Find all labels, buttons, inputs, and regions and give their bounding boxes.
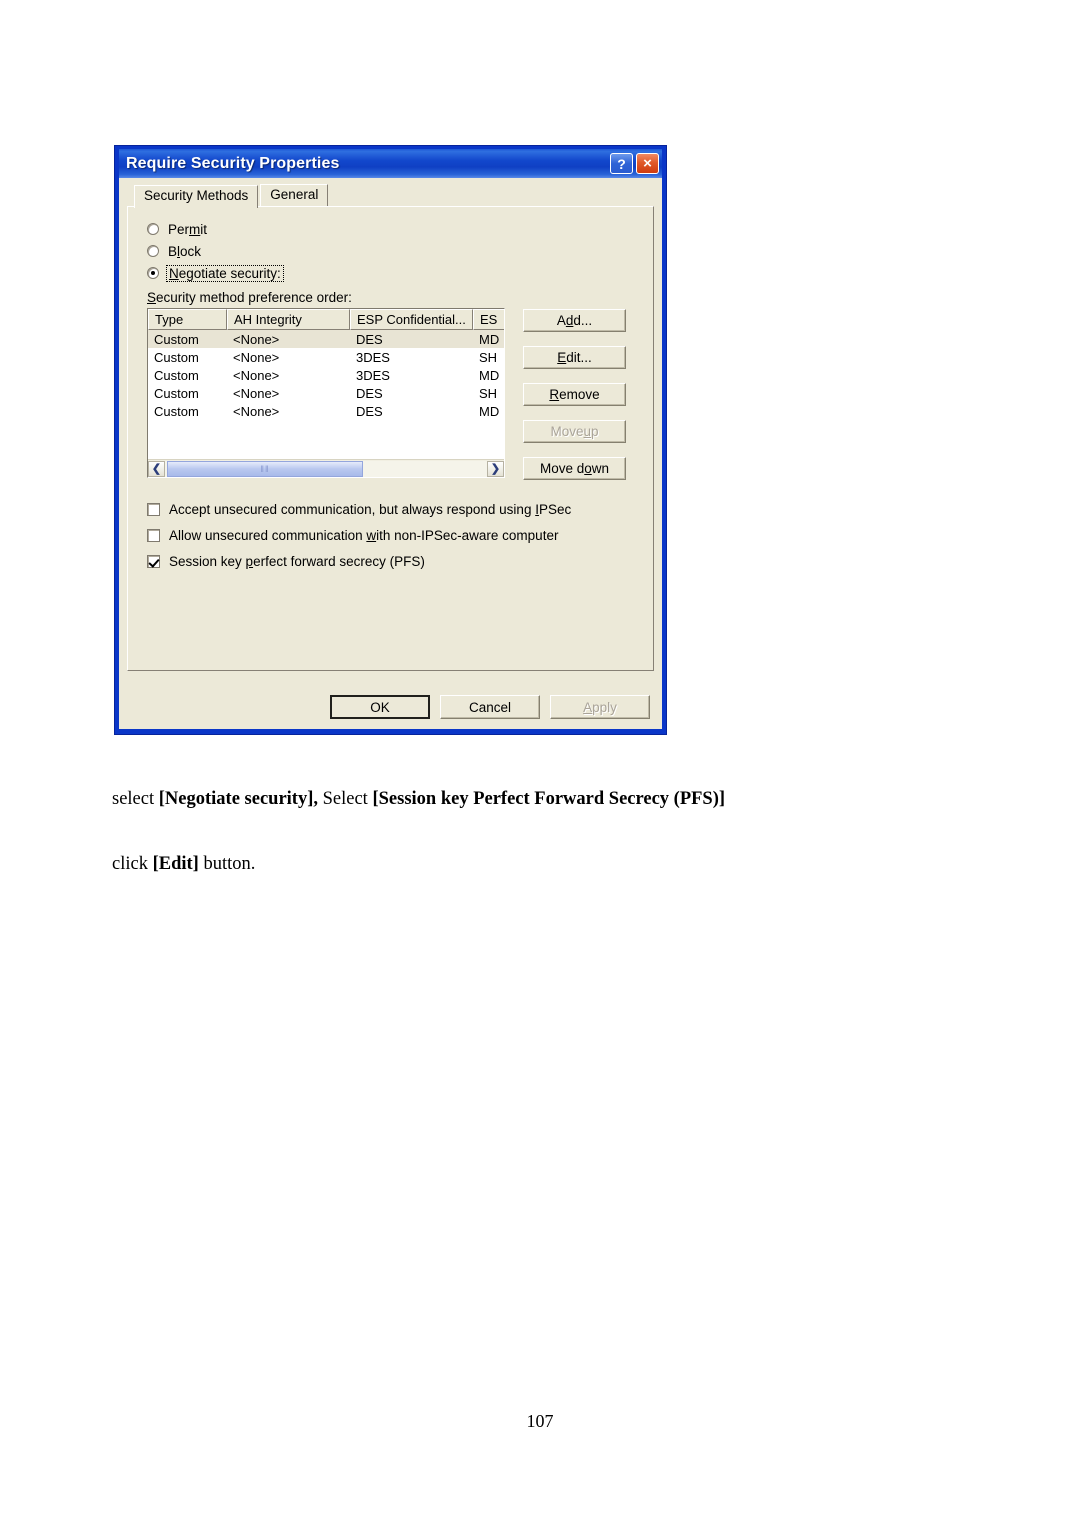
instruction-1-part-b: [Negotiate security], bbox=[158, 789, 318, 809]
page-number: 107 bbox=[526, 1411, 554, 1431]
checkbox-allow-unsecured-marker bbox=[147, 528, 160, 542]
cell-type: Custom bbox=[154, 367, 199, 383]
radio-permit[interactable]: Permit bbox=[147, 218, 641, 240]
add-button[interactable]: Ad d... bbox=[523, 309, 626, 332]
checkbox-session-key-pfs-marker bbox=[147, 554, 160, 568]
instruction-line-2: click [Edit] button. bbox=[112, 854, 255, 875]
radio-permit-label: Permit bbox=[168, 221, 208, 237]
radio-block[interactable]: Block bbox=[147, 240, 641, 262]
cell-esp-confidentiality: 3DES bbox=[356, 349, 390, 365]
tab-security-methods[interactable]: Security Methods bbox=[134, 185, 259, 208]
checkbox-session-key-pfs[interactable]: Session key perfect forward secrecy (PFS… bbox=[147, 548, 641, 574]
column-header-esp-confidentiality[interactable]: ESP Confidential... bbox=[350, 309, 473, 330]
cell-esp-integrity: SH bbox=[479, 349, 498, 365]
listview-header: Type AH Integrity ESP Confidential... ES bbox=[148, 309, 504, 330]
remove-button[interactable]: Remove bbox=[523, 383, 626, 406]
scroll-left-arrow-icon[interactable]: ❮ bbox=[148, 460, 165, 477]
window-inner-frame: Require Security Properties ? × Security… bbox=[118, 148, 663, 730]
checkbox-allow-unsecured-label: Allow unsecured communication with non-I… bbox=[169, 527, 559, 543]
cell-esp-confidentiality: DES bbox=[356, 385, 383, 401]
scrollbar-thumb[interactable]: ‖‖ bbox=[167, 460, 363, 477]
cell-type: Custom bbox=[154, 331, 199, 347]
radio-block-marker bbox=[147, 245, 159, 257]
list-and-buttons-row: Type AH Integrity ESP Confidential... ES… bbox=[147, 308, 641, 480]
cell-esp-integrity: MD bbox=[479, 367, 500, 383]
cell-ah-integrity: <None> bbox=[233, 367, 280, 383]
security-method-order-label: Security method preference order: bbox=[147, 290, 352, 305]
security-options-checkbox-group: Accept unsecured communication, but alwa… bbox=[147, 496, 641, 574]
close-icon[interactable]: × bbox=[636, 153, 659, 174]
radio-negotiate-security[interactable]: Negotiate security: bbox=[147, 262, 641, 284]
checkbox-accept-unsecured-marker bbox=[147, 502, 160, 516]
cell-esp-confidentiality: 3DES bbox=[356, 367, 390, 383]
instruction-2-part-b: [Edit] bbox=[152, 854, 199, 874]
checkbox-allow-unsecured[interactable]: Allow unsecured communication with non-I… bbox=[147, 522, 641, 548]
window-title: Require Security Properties bbox=[126, 154, 340, 172]
cell-ah-integrity: <None> bbox=[233, 349, 280, 365]
scroll-right-arrow-icon[interactable]: ❯ bbox=[487, 460, 504, 477]
instruction-1-part-d: [Session key Perfect Forward Secrecy (PF… bbox=[372, 789, 726, 809]
dialog-footer: OK Cancel Apply bbox=[119, 692, 662, 722]
list-action-buttons: Ad d... Edit... Remove Move up Move d o wn bbox=[523, 308, 626, 480]
column-header-esp-integrity[interactable]: ES bbox=[473, 309, 504, 330]
tab-panel-security-methods: Permit Block Negotiate security: Securit… bbox=[127, 206, 654, 671]
cell-esp-confidentiality: DES bbox=[356, 331, 383, 347]
cell-type: Custom bbox=[154, 349, 199, 365]
horizontal-scrollbar[interactable]: ❮ ‖‖ ❯ bbox=[148, 459, 504, 477]
cell-ah-integrity: <None> bbox=[233, 403, 280, 419]
cell-esp-integrity: MD bbox=[479, 403, 500, 419]
instruction-1-part-a: select bbox=[112, 789, 159, 809]
require-security-properties-dialog: Require Security Properties ? × Security… bbox=[114, 145, 667, 735]
security-action-radio-group: Permit Block Negotiate security: bbox=[140, 218, 641, 284]
tab-general[interactable]: General bbox=[260, 184, 329, 206]
instruction-2-part-a: click bbox=[112, 854, 153, 874]
radio-permit-marker bbox=[147, 223, 159, 235]
dialog-client-area: Security Methods General Permit Block Ne… bbox=[119, 178, 662, 729]
ok-button[interactable]: OK bbox=[330, 695, 430, 719]
column-header-ah-integrity[interactable]: AH Integrity bbox=[227, 309, 350, 330]
move-up-button: Move up bbox=[523, 420, 626, 443]
titlebar-button-group: ? × bbox=[610, 153, 659, 174]
checkbox-accept-unsecured-label: Accept unsecured communication, but alwa… bbox=[169, 501, 572, 517]
cell-esp-confidentiality: DES bbox=[356, 403, 383, 419]
table-row[interactable]: Custom <None> DES SH bbox=[148, 384, 504, 402]
column-header-type[interactable]: Type bbox=[148, 309, 227, 330]
edit-button[interactable]: Edit... bbox=[523, 346, 626, 369]
table-row[interactable]: Custom <None> DES MD bbox=[148, 330, 504, 348]
cell-esp-integrity: SH bbox=[479, 385, 498, 401]
cell-type: Custom bbox=[154, 403, 199, 419]
security-methods-listview[interactable]: Type AH Integrity ESP Confidential... ES… bbox=[147, 308, 505, 478]
instruction-line-1: select [Negotiate security], Select [Ses… bbox=[112, 789, 725, 810]
scrollbar-track[interactable]: ‖‖ bbox=[165, 460, 487, 477]
table-row[interactable]: Custom <None> DES MD bbox=[148, 402, 504, 420]
cell-type: Custom bbox=[154, 385, 199, 401]
radio-block-label: Block bbox=[168, 243, 202, 259]
cell-ah-integrity: <None> bbox=[233, 385, 280, 401]
radio-negotiate-security-marker bbox=[147, 267, 159, 279]
cell-esp-integrity: MD bbox=[479, 331, 500, 347]
radio-negotiate-security-label: Negotiate security: bbox=[166, 264, 284, 282]
move-down-button[interactable]: Move d o wn bbox=[523, 457, 626, 480]
instruction-2-part-c: button. bbox=[198, 854, 256, 874]
checkbox-session-key-pfs-label: Session key perfect forward secrecy (PFS… bbox=[169, 553, 425, 569]
help-icon[interactable]: ? bbox=[610, 153, 633, 174]
listview-body: Custom <None> DES MD Custom <None> 3DES … bbox=[148, 330, 504, 459]
titlebar[interactable]: Require Security Properties ? × bbox=[119, 149, 662, 178]
table-row[interactable]: Custom <None> 3DES SH bbox=[148, 348, 504, 366]
cancel-button[interactable]: Cancel bbox=[440, 695, 540, 719]
table-row[interactable]: Custom <None> 3DES MD bbox=[148, 366, 504, 384]
checkbox-accept-unsecured[interactable]: Accept unsecured communication, but alwa… bbox=[147, 496, 641, 522]
tab-strip: Security Methods General bbox=[127, 184, 654, 208]
instruction-1-part-c: Select bbox=[318, 789, 373, 809]
cell-ah-integrity: <None> bbox=[233, 331, 280, 347]
apply-button: Apply bbox=[550, 695, 650, 719]
